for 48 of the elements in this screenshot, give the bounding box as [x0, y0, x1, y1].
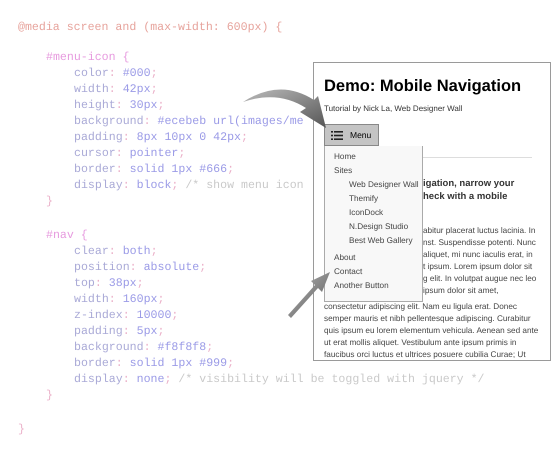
nav-link[interactable]: Best Web Gallery: [349, 234, 413, 248]
code-line: #nav {: [46, 228, 88, 244]
paragraph-line: faucibus orci luctus et ultrices posuere cubilia Curae; Ut: [324, 349, 526, 360]
nav-link[interactable]: Web Designer Wall: [349, 178, 419, 192]
article-heading: igation, narrow your: [423, 177, 514, 190]
code-line: }: [18, 422, 25, 438]
nav-link[interactable]: Another Button: [334, 279, 389, 293]
code-line: background: #ecebeb url(images/me: [74, 114, 304, 130]
code-line: cursor: pointer;: [74, 146, 186, 162]
code-line: height: 30px;: [74, 98, 164, 114]
paragraph-line: t ipsum. Lorem ipsum dolor sit: [423, 261, 532, 273]
article-heading: heck with a mobile: [423, 190, 508, 203]
menu-icon: [331, 130, 343, 140]
code-line: }: [46, 388, 53, 404]
code-line: color: #000;: [74, 66, 158, 82]
paragraph-line: nst. Suspendisse potenti. Nunc: [423, 237, 536, 249]
nav-link[interactable]: N.Design Studio: [349, 220, 408, 234]
nav-link[interactable]: About: [334, 251, 356, 265]
paragraph-line: ut erat mollis aliquet. Vestibulum ante ipsum primis in: [324, 337, 516, 349]
nav-link[interactable]: IconDock: [349, 206, 384, 220]
code-line: border: solid 1px #666;: [74, 162, 234, 178]
code-line: z-index: 10000;: [74, 308, 178, 324]
paragraph-line: abitur placerat luctus lacinia. In: [423, 225, 536, 237]
nav-link[interactable]: Contact: [334, 265, 362, 279]
code-line: top: 38px;: [74, 276, 144, 292]
code-line: width: 42px;: [74, 82, 158, 98]
code-line: width: 160px;: [74, 292, 164, 308]
page-title: Demo: Mobile Navigation: [324, 76, 522, 96]
code-line: position: absolute;: [74, 260, 206, 276]
byline: Tutorial by Nick La, Web Designer Wall: [324, 103, 462, 115]
paragraph-line: ipsum dolor sit amet,: [423, 285, 499, 297]
menu-button[interactable]: Menu: [324, 124, 379, 146]
paragraph-line: g elit. In volutpat augue nec leo: [423, 273, 536, 285]
nav-link[interactable]: Home: [334, 150, 356, 164]
nav-link[interactable]: Sites: [334, 164, 352, 178]
code-line: background: #f8f8f8;: [74, 340, 214, 356]
paragraph-line: semper mauris et nibh pellentesque adipiscing. Curabitur: [324, 313, 531, 325]
code-line: padding: 8px 10px 0 42px;: [74, 130, 248, 146]
code-line: }: [46, 194, 53, 210]
code-line: clear: both;: [74, 244, 158, 260]
code-line: border: solid 1px #999;: [74, 356, 234, 372]
code-line: #menu-icon {: [46, 50, 130, 66]
nav-link[interactable]: Themify: [349, 192, 378, 206]
code-line: padding: 5px;: [74, 324, 164, 340]
paragraph-line: quis ipsum eu lorem elementum vehicula. Aenean sed ante: [324, 325, 538, 337]
paragraph-line: consectetur adipiscing elit. Nam eu ligula erat. Donec: [324, 301, 517, 313]
code-line: @media screen and (max-width: 600px) {: [18, 20, 282, 36]
paragraph-line: aliquet, mi nunc iaculis erat, in: [423, 249, 533, 261]
